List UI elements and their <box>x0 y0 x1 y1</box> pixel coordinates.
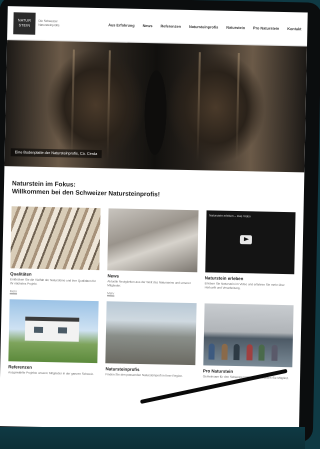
intro-heading: Naturstein im Fokus: Willkommen bei den … <box>12 180 296 202</box>
tablet-screen: NATUR STEIN Die Schweizer Natursteinprof… <box>0 6 308 433</box>
card-naturstein-erleben[interactable]: Naturstein erleben – Das Video Naturstei… <box>204 210 296 298</box>
card-pro-naturstein[interactable]: Pro Naturstein Gemeinsam für den Schweiz… <box>202 302 294 381</box>
window-shape <box>58 327 68 334</box>
card-text: Erleben Sie Naturstein im Video und erfa… <box>204 281 285 290</box>
main-nav: Aus Erfahrung News Referenzen Naturstein… <box>108 23 301 31</box>
card-qualitaeten[interactable]: Qualitäten Entdecken Sie die Vielfalt de… <box>10 206 101 294</box>
card-grid: Qualitäten Entdecken Sie die Vielfalt de… <box>0 202 304 385</box>
house-shape <box>24 316 79 342</box>
site-logo[interactable]: NATUR STEIN <box>13 11 36 35</box>
desk-surface <box>0 427 305 449</box>
video-player[interactable]: Naturstein erleben – Das Video <box>204 210 296 275</box>
nav-item-referenzen[interactable]: Referenzen <box>160 24 181 28</box>
card-more-link[interactable]: Mehr <box>10 289 99 295</box>
card-text: Entdecken Sie die Vielfalt der Naturstei… <box>9 277 96 286</box>
nav-item-news[interactable]: News <box>143 23 153 27</box>
intro-heading-line-1: Naturstein im Fokus: <box>11 180 76 189</box>
group-photo-image <box>202 302 294 367</box>
marble-vein <box>70 49 75 160</box>
video-title: Naturstein erleben – Das Video <box>209 213 251 219</box>
card-more-link[interactable]: Mehr <box>107 291 196 297</box>
person-shape <box>258 344 265 361</box>
stone-samples-image <box>10 206 101 271</box>
card-news[interactable]: News Aktuelle Neuigkeiten aus der Welt d… <box>107 208 199 297</box>
card-text: Aktuelle Neuigkeiten aus der Welt des Na… <box>107 279 191 288</box>
stone-works-image <box>105 300 197 365</box>
person-shape <box>233 343 240 360</box>
window-shape <box>33 327 44 334</box>
intro-section: Naturstein im Fokus: Willkommen bei den … <box>4 166 305 208</box>
house-image <box>8 298 99 363</box>
nav-item-pro-naturstein[interactable]: Pro Naturstein <box>253 26 279 31</box>
hero-image: Eine Bodenplatte der Natursteinprofis, C… <box>4 40 308 173</box>
person-shape <box>270 344 278 361</box>
card-referenzen[interactable]: Referenzen Ausgewählte Projekte unserer … <box>8 298 99 377</box>
play-icon[interactable] <box>239 234 252 244</box>
nav-item-kontakt[interactable]: Kontakt <box>287 27 301 31</box>
person-shape <box>220 343 228 360</box>
person-shape <box>208 343 215 360</box>
logo-tagline: Die Schweizer Natursteinprofis <box>38 18 60 27</box>
card-text: Ausgewählte Projekte unserer Mitglieder … <box>8 369 94 376</box>
card-text: Finden Sie den passenden Natursteinprofi… <box>105 371 183 378</box>
logo-line-2: STEIN <box>18 22 31 28</box>
marble-vein <box>106 50 111 161</box>
intro-heading-line-2: Willkommen bei den Schweizer Natursteinp… <box>11 188 160 199</box>
quarry-image <box>107 208 199 273</box>
nav-item-natursteinprofis[interactable]: Natursteinprofis <box>189 24 218 29</box>
tablet-bezel: NATUR STEIN Die Schweizer Natursteinprof… <box>0 0 320 443</box>
marble-vein <box>235 52 240 164</box>
hero-caption: Eine Bodenplatte der Natursteinprofis, C… <box>10 148 102 159</box>
marble-vein <box>196 52 201 163</box>
nav-item-naturstein[interactable]: Naturstein <box>226 25 245 29</box>
person-shape <box>245 343 253 360</box>
nav-item-erfahrung[interactable]: Aus Erfahrung <box>108 23 134 28</box>
card-natursteinprofis[interactable]: Natursteinprofis Finden Sie den passende… <box>105 300 197 379</box>
